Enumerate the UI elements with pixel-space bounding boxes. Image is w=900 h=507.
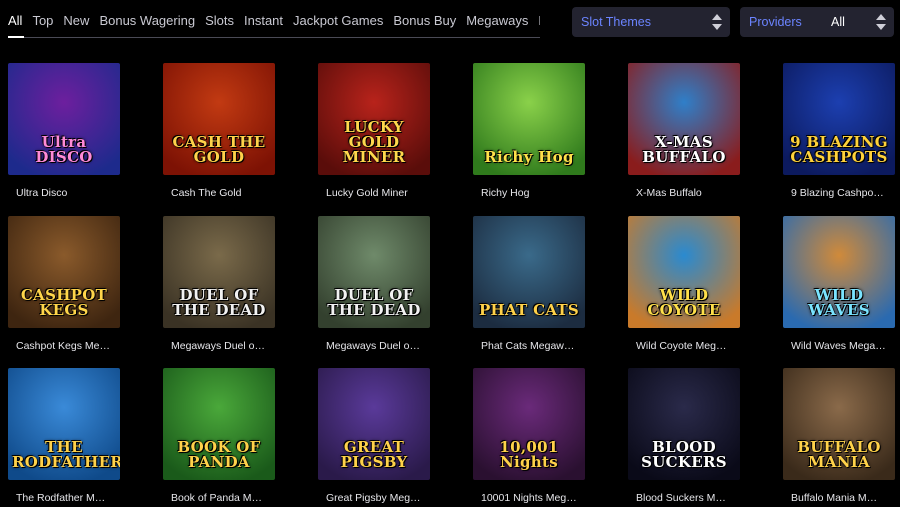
game-thumbnail[interactable]: BUFFALO MANIA (783, 368, 895, 480)
game-card[interactable]: GREAT PIGSBY Great Pigsby Meg… (318, 368, 430, 504)
game-name: Buffalo Mania M… (791, 492, 878, 504)
game-card[interactable]: WILD WAVES Wild Waves Mega… (783, 216, 895, 352)
category-tabs: All Top New Bonus Wagering Slots Instant Jackp… (8, 10, 540, 38)
game-thumbnail[interactable]: BOOK OF PANDA (163, 368, 275, 480)
game-name: Blood Suckers M… (636, 492, 726, 504)
game-card[interactable]: BLOOD SUCKERS Blood Suckers M… (628, 368, 740, 504)
game-card[interactable]: PHAT CATS Phat Cats Megaw… (473, 216, 585, 352)
game-card[interactable]: DUEL OF THE DEAD Megaways Duel o… (163, 216, 275, 352)
tab-bonus-buy[interactable]: Bonus Buy (393, 10, 456, 32)
active-tab-indicator (8, 36, 24, 38)
game-card[interactable]: DUEL OF THE DEAD Megaways Duel o… (318, 216, 430, 352)
game-card[interactable]: Ultra DISCO Ultra Disco (8, 63, 120, 199)
tabs-underline (8, 36, 540, 38)
game-logo-text: BUFFALO MANIA (797, 438, 881, 471)
providers-select[interactable]: Providers All (740, 7, 894, 37)
game-thumbnail[interactable]: Richy Hog (473, 63, 585, 175)
game-name: Richy Hog (481, 187, 530, 199)
game-name: Wild Waves Mega… (791, 340, 886, 352)
game-logo-text: CASH THE GOLD (172, 133, 266, 166)
game-thumbnail[interactable]: WILD WAVES (783, 216, 895, 328)
game-card[interactable]: X-MAS BUFFALO X-Mas Buffalo (628, 63, 740, 199)
game-card[interactable]: WILD COYOTE Wild Coyote Meg… (628, 216, 740, 352)
game-thumbnail[interactable]: CASHPOT KEGS (8, 216, 120, 328)
select-arrows-icon (712, 14, 722, 30)
game-logo-text: 10,001 Nights (499, 438, 559, 471)
game-logo-text: X-MAS BUFFALO (642, 133, 726, 166)
tab-bonus-wagering[interactable]: Bonus Wagering (99, 10, 195, 32)
game-card[interactable]: CASH THE GOLD Cash The Gold (163, 63, 275, 199)
game-name: Megaways Duel o… (326, 340, 420, 352)
game-logo-text: DUEL OF THE DEAD (327, 286, 421, 319)
slot-themes-select[interactable]: Slot Themes (572, 7, 730, 37)
game-name: Cashpot Kegs Me… (16, 340, 110, 352)
game-thumbnail[interactable]: CASH THE GOLD (163, 63, 275, 175)
game-name: Book of Panda M… (171, 492, 263, 504)
game-thumbnail[interactable]: PHAT CATS (473, 216, 585, 328)
game-name: Phat Cats Megaw… (481, 340, 575, 352)
game-logo-text: Ultra DISCO (35, 133, 93, 166)
game-logo-text: CASHPOT KEGS (20, 286, 108, 319)
game-logo-text: GREAT PIGSBY (340, 438, 408, 471)
game-thumbnail[interactable]: 9 BLAZING CASHPOTS (783, 63, 895, 175)
game-logo-text: WILD COYOTE (647, 286, 721, 319)
tab-all[interactable]: All (8, 10, 22, 32)
game-name: Lucky Gold Miner (326, 187, 408, 199)
game-card[interactable]: 9 BLAZING CASHPOTS 9 Blazing Cashpo… (783, 63, 895, 199)
game-logo-text: WILD WAVES (808, 286, 870, 319)
tab-instant[interactable]: Instant (244, 10, 283, 32)
game-thumbnail[interactable]: LUCKY GOLD MINER (318, 63, 430, 175)
tab-slots[interactable]: Slots (205, 10, 234, 32)
game-logo-text: DUEL OF THE DEAD (172, 286, 266, 319)
game-name: 9 Blazing Cashpo… (791, 187, 884, 199)
tab-megaways[interactable]: Megaways (466, 10, 528, 32)
game-logo-text: THE RODFATHER (12, 438, 120, 471)
game-card[interactable]: LUCKY GOLD MINER Lucky Gold Miner (318, 63, 430, 199)
game-logo-text: 9 BLAZING CASHPOTS (790, 133, 888, 166)
game-name: Cash The Gold (171, 187, 242, 199)
game-thumbnail[interactable]: DUEL OF THE DEAD (163, 216, 275, 328)
tab-jackpot-games[interactable]: Jackpot Games (293, 10, 383, 32)
game-card[interactable]: Richy Hog Richy Hog (473, 63, 585, 199)
game-thumbnail[interactable]: WILD COYOTE (628, 216, 740, 328)
game-logo-text: Richy Hog (484, 148, 574, 166)
game-thumbnail[interactable]: 10,001 Nights (473, 368, 585, 480)
tab-live[interactable]: Live (538, 10, 540, 32)
game-card[interactable]: BUFFALO MANIA Buffalo Mania M… (783, 368, 895, 504)
game-card[interactable]: CASHPOT KEGS Cashpot Kegs Me… (8, 216, 120, 352)
game-name: Wild Coyote Meg… (636, 340, 727, 352)
game-name: Great Pigsby Meg… (326, 492, 421, 504)
game-logo-text: BOOK OF PANDA (177, 438, 261, 471)
tab-top[interactable]: Top (32, 10, 53, 32)
tab-new[interactable]: New (63, 10, 89, 32)
game-card[interactable]: THE RODFATHER The Rodfather M… (8, 368, 120, 504)
game-name: Megaways Duel o… (171, 340, 265, 352)
game-logo-text: BLOOD SUCKERS (641, 438, 727, 471)
game-logo-text: LUCKY GOLD MINER (342, 118, 406, 166)
providers-label: Providers (749, 15, 802, 29)
game-thumbnail[interactable]: THE RODFATHER (8, 368, 120, 480)
game-name: Ultra Disco (16, 187, 68, 199)
game-card[interactable]: BOOK OF PANDA Book of Panda M… (163, 368, 275, 504)
game-name: 10001 Nights Meg… (481, 492, 577, 504)
providers-value: All (831, 15, 845, 29)
game-name: X-Mas Buffalo (636, 187, 702, 199)
game-logo-text: PHAT CATS (478, 301, 580, 319)
game-thumbnail[interactable]: BLOOD SUCKERS (628, 368, 740, 480)
game-thumbnail[interactable]: Ultra DISCO (8, 63, 120, 175)
game-thumbnail[interactable]: DUEL OF THE DEAD (318, 216, 430, 328)
select-arrows-icon (876, 14, 886, 30)
game-thumbnail[interactable]: GREAT PIGSBY (318, 368, 430, 480)
slot-themes-label: Slot Themes (581, 15, 651, 29)
game-card[interactable]: 10,001 Nights 10001 Nights Meg… (473, 368, 585, 504)
game-thumbnail[interactable]: X-MAS BUFFALO (628, 63, 740, 175)
game-name: The Rodfather M… (16, 492, 106, 504)
